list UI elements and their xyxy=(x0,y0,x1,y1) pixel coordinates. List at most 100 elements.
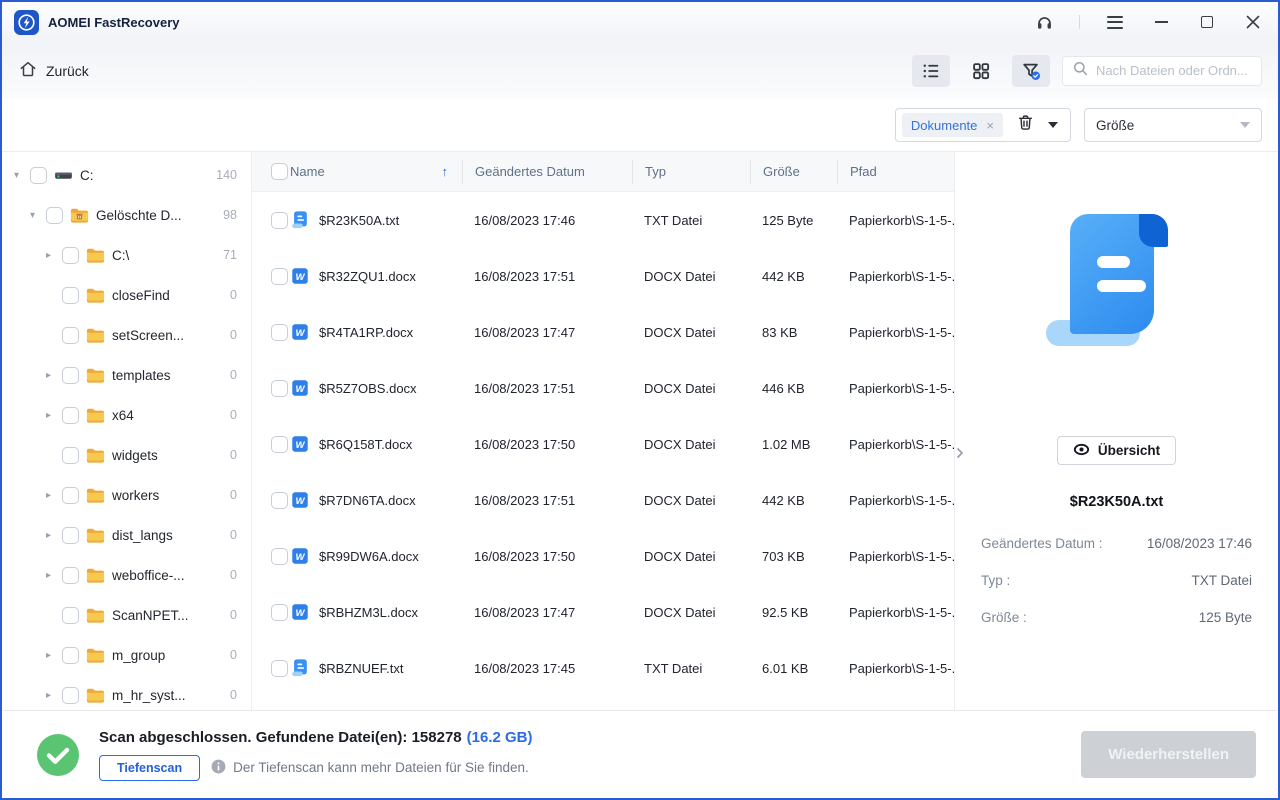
file-type: DOCX Datei xyxy=(632,437,750,452)
file-name: $R6Q158T.docx xyxy=(319,437,412,452)
tree-item-checkbox[interactable] xyxy=(30,167,47,184)
search-input[interactable] xyxy=(1096,63,1252,78)
column-header-path[interactable]: Pfad xyxy=(837,160,954,184)
row-checkbox[interactable] xyxy=(271,324,288,341)
column-header-name[interactable]: Name ↑ xyxy=(288,160,462,184)
tree-item-label: C:\ xyxy=(112,248,129,263)
tree-item[interactable]: ▸ x64 0 xyxy=(2,395,251,435)
table-row[interactable]: W $R5Z7OBS.docx 16/08/2023 17:51 DOCX Da… xyxy=(252,360,954,416)
tree-item[interactable]: closeFind 0 xyxy=(2,275,251,315)
tree-item[interactable]: ▸ weboffice-... 0 xyxy=(2,555,251,595)
tree-item-label: weboffice-... xyxy=(112,568,185,583)
expander-icon[interactable]: ▸ xyxy=(42,370,55,381)
file-table-body: $R23K50A.txt 16/08/2023 17:46 TXT Datei … xyxy=(252,192,954,710)
recover-button[interactable]: Wiederherstellen xyxy=(1081,731,1256,778)
expander-icon[interactable]: ▸ xyxy=(42,250,55,261)
expander-icon[interactable]: ▸ xyxy=(42,570,55,581)
table-row[interactable]: W $R32ZQU1.docx 16/08/2023 17:51 DOCX Da… xyxy=(252,248,954,304)
menu-icon[interactable] xyxy=(1104,11,1126,33)
column-header-size[interactable]: Größe xyxy=(750,160,837,184)
expander-icon[interactable]: ▸ xyxy=(42,410,55,421)
panel-collapse-chevron-icon[interactable] xyxy=(956,444,970,462)
grid-view-button[interactable] xyxy=(962,55,1000,87)
tree-item-checkbox[interactable] xyxy=(62,527,79,544)
table-row[interactable]: W $R6Q158T.docx 16/08/2023 17:50 DOCX Da… xyxy=(252,416,954,472)
filter-type-combo[interactable]: Dokumente × xyxy=(895,108,1071,142)
select-all-checkbox[interactable] xyxy=(271,163,288,180)
tree-item-checkbox[interactable] xyxy=(62,407,79,424)
expander-icon[interactable]: ▾ xyxy=(10,170,23,181)
chip-remove-icon[interactable]: × xyxy=(986,119,994,132)
expander-icon[interactable]: ▸ xyxy=(42,650,55,661)
tree-item[interactable]: ▾ C: 140 xyxy=(2,155,251,195)
tree-item-checkbox[interactable] xyxy=(62,607,79,624)
file-path: Papierkorb\S-1-5-... xyxy=(837,605,954,620)
row-checkbox[interactable] xyxy=(271,660,288,677)
expander-icon[interactable]: ▸ xyxy=(42,690,55,701)
row-checkbox[interactable] xyxy=(271,604,288,621)
file-name: $R7DN6TA.docx xyxy=(319,493,416,508)
expander-icon[interactable]: ▾ xyxy=(26,210,39,221)
tree-item[interactable]: ▸ workers 0 xyxy=(2,475,251,515)
file-date: 16/08/2023 17:47 xyxy=(462,605,632,620)
table-row[interactable]: W $R99DW6A.docx 16/08/2023 17:50 DOCX Da… xyxy=(252,528,954,584)
tree-item-checkbox[interactable] xyxy=(62,567,79,584)
filter-button[interactable] xyxy=(1012,55,1050,87)
column-header-type[interactable]: Typ xyxy=(632,160,750,184)
back-button[interactable]: Zurück xyxy=(18,59,89,82)
tree-item[interactable]: ▸ C:\ 71 xyxy=(2,235,251,275)
table-row[interactable]: W $RBHZM3L.docx 16/08/2023 17:47 DOCX Da… xyxy=(252,584,954,640)
tree-item-checkbox[interactable] xyxy=(62,247,79,264)
file-date: 16/08/2023 17:50 xyxy=(462,437,632,452)
sort-ascending-icon[interactable]: ↑ xyxy=(442,164,449,179)
close-button[interactable] xyxy=(1242,11,1264,33)
tree-item-checkbox[interactable] xyxy=(62,487,79,504)
row-checkbox[interactable] xyxy=(271,492,288,509)
maximize-button[interactable] xyxy=(1196,11,1218,33)
detail-label: Typ : xyxy=(981,573,1010,588)
tree-item-checkbox[interactable] xyxy=(62,687,79,704)
file-size: 125 Byte xyxy=(750,213,837,228)
tree-item[interactable]: ▸ m_group 0 xyxy=(2,635,251,675)
tree-item-checkbox[interactable] xyxy=(62,287,79,304)
column-header-date[interactable]: Geändertes Datum xyxy=(462,160,632,184)
support-headset-icon[interactable] xyxy=(1033,11,1055,33)
list-view-button[interactable] xyxy=(912,55,950,87)
recycle-folder-icon xyxy=(70,207,89,224)
trash-filter-icon[interactable] xyxy=(1016,113,1035,137)
tree-item[interactable]: ScanNPET... 0 xyxy=(2,595,251,635)
overview-button[interactable]: Übersicht xyxy=(1057,436,1176,465)
table-row[interactable]: W $R4TA1RP.docx 16/08/2023 17:47 DOCX Da… xyxy=(252,304,954,360)
filter-dropdown-caret-icon[interactable] xyxy=(1048,122,1058,128)
size-dropdown[interactable]: Größe xyxy=(1084,108,1262,142)
tree-item[interactable]: ▸ dist_langs 0 xyxy=(2,515,251,555)
tree-item-checkbox[interactable] xyxy=(46,207,63,224)
expander-icon[interactable]: ▸ xyxy=(42,490,55,501)
tree-item[interactable]: setScreen... 0 xyxy=(2,315,251,355)
table-row[interactable]: $R23K50A.txt 16/08/2023 17:46 TXT Datei … xyxy=(252,192,954,248)
tree-item-checkbox[interactable] xyxy=(62,647,79,664)
table-row[interactable]: W $R7DN6TA.docx 16/08/2023 17:51 DOCX Da… xyxy=(252,472,954,528)
minimize-button[interactable] xyxy=(1150,11,1172,33)
info-icon xyxy=(211,759,226,777)
tree-item-checkbox[interactable] xyxy=(62,327,79,344)
file-path: Papierkorb\S-1-5-... xyxy=(837,213,954,228)
tree-item-checkbox[interactable] xyxy=(62,367,79,384)
row-checkbox[interactable] xyxy=(271,268,288,285)
file-path: Papierkorb\S-1-5-... xyxy=(837,381,954,396)
row-checkbox[interactable] xyxy=(271,548,288,565)
row-checkbox[interactable] xyxy=(271,380,288,397)
tree-item[interactable]: widgets 0 xyxy=(2,435,251,475)
tree-item[interactable]: ▸ m_hr_syst... 0 xyxy=(2,675,251,710)
row-checkbox[interactable] xyxy=(271,436,288,453)
tree-item-checkbox[interactable] xyxy=(62,447,79,464)
docx-file-icon: W xyxy=(290,546,310,566)
filter-chip-documents[interactable]: Dokumente × xyxy=(902,113,1003,137)
expander-icon[interactable]: ▸ xyxy=(42,530,55,541)
deep-scan-button[interactable]: Tiefenscan xyxy=(99,755,200,781)
row-checkbox[interactable] xyxy=(271,212,288,229)
table-row[interactable]: $RBZNUEF.txt 16/08/2023 17:45 TXT Datei … xyxy=(252,640,954,696)
tree-item[interactable]: ▾ Gelöschte D... 98 xyxy=(2,195,251,235)
size-dropdown-label: Größe xyxy=(1096,118,1134,133)
tree-item[interactable]: ▸ templates 0 xyxy=(2,355,251,395)
